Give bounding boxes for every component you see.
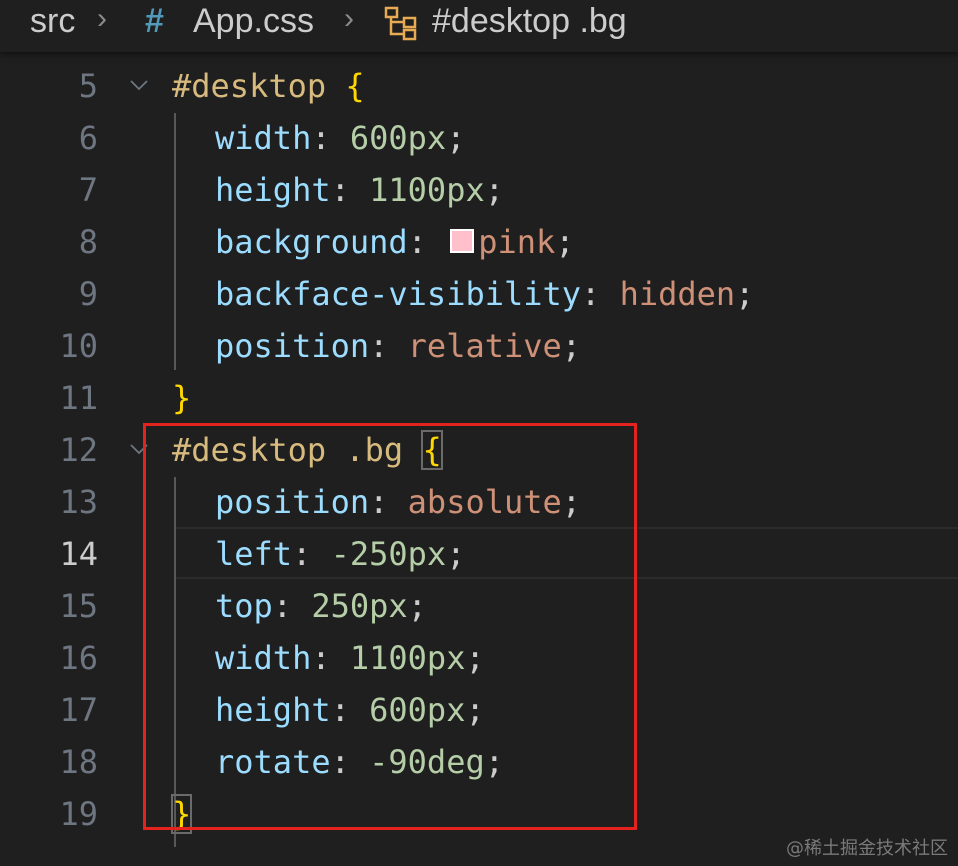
- semicolon: ;: [484, 171, 504, 209]
- value: 1100px: [369, 171, 485, 209]
- value: hidden: [619, 275, 736, 313]
- brace: }: [172, 379, 192, 417]
- line-number: 11: [59, 379, 98, 417]
- watermark: @稀土掘金技术社区: [786, 838, 948, 859]
- property: position: [215, 327, 370, 365]
- line-number: 15: [59, 587, 98, 625]
- line-number: 12: [59, 431, 98, 469]
- colon: :: [581, 275, 601, 313]
- breadcrumb-folder-src[interactable]: src: [30, 2, 75, 41]
- value: pink: [478, 223, 556, 261]
- semicolon: ;: [561, 327, 582, 365]
- colon: :: [407, 223, 427, 261]
- line-number: 13: [59, 483, 98, 521]
- line-number: 5: [78, 67, 98, 105]
- color-swatch[interactable]: [450, 229, 475, 253]
- breadcrumb-file-app-css[interactable]: App.css: [193, 2, 314, 41]
- property: height: [215, 171, 331, 209]
- value: relative: [407, 327, 562, 365]
- code-line[interactable]: 5 #desktop {: [0, 60, 958, 112]
- line-number: 10: [59, 327, 98, 365]
- property: width: [215, 119, 312, 157]
- css-hash-icon: #: [145, 2, 164, 40]
- chevron-right-icon: ›: [97, 2, 107, 35]
- line-number: 7: [78, 171, 98, 209]
- annotation-highlight-box: [143, 423, 637, 830]
- colon: :: [330, 171, 350, 209]
- breadcrumb-symbol-desktop-bg[interactable]: #desktop .bg: [432, 2, 627, 41]
- line-number: 17: [59, 691, 98, 729]
- line-number: 8: [78, 223, 98, 261]
- line-number: 14: [59, 535, 98, 573]
- chevron-right-icon: ›: [344, 2, 354, 35]
- selector: #desktop: [172, 67, 327, 105]
- css-selector-symbol-icon: [384, 6, 417, 41]
- property: backface-visibility: [215, 275, 582, 313]
- code-line[interactable]: 7 height: 1100px;: [0, 164, 958, 216]
- editor-window: src › # App.css › #desktop .bg 5 #deskto…: [0, 0, 958, 866]
- line-number: 19: [59, 795, 98, 833]
- code-line[interactable]: 9 backface-visibility: hidden;: [0, 268, 958, 320]
- chevron-down-icon[interactable]: [128, 74, 150, 96]
- line-number: 18: [59, 743, 98, 781]
- line-number: 6: [78, 119, 98, 157]
- brace: {: [345, 67, 365, 105]
- semicolon: ;: [735, 275, 755, 313]
- line-number: 9: [78, 275, 98, 313]
- code-line[interactable]: 8 background: pink;: [0, 216, 958, 268]
- breadcrumb: src › # App.css › #desktop .bg: [0, 0, 958, 52]
- code-line[interactable]: 6 width: 600px;: [0, 112, 958, 164]
- semicolon: ;: [446, 119, 466, 157]
- line-number: 16: [59, 639, 98, 677]
- code-line[interactable]: 10 position: relative;: [0, 320, 958, 372]
- code-line[interactable]: 11 }: [0, 372, 958, 424]
- property: background: [215, 223, 408, 261]
- colon: :: [369, 327, 389, 365]
- value: 600px: [349, 119, 447, 157]
- colon: :: [311, 119, 331, 157]
- semicolon: ;: [555, 223, 575, 261]
